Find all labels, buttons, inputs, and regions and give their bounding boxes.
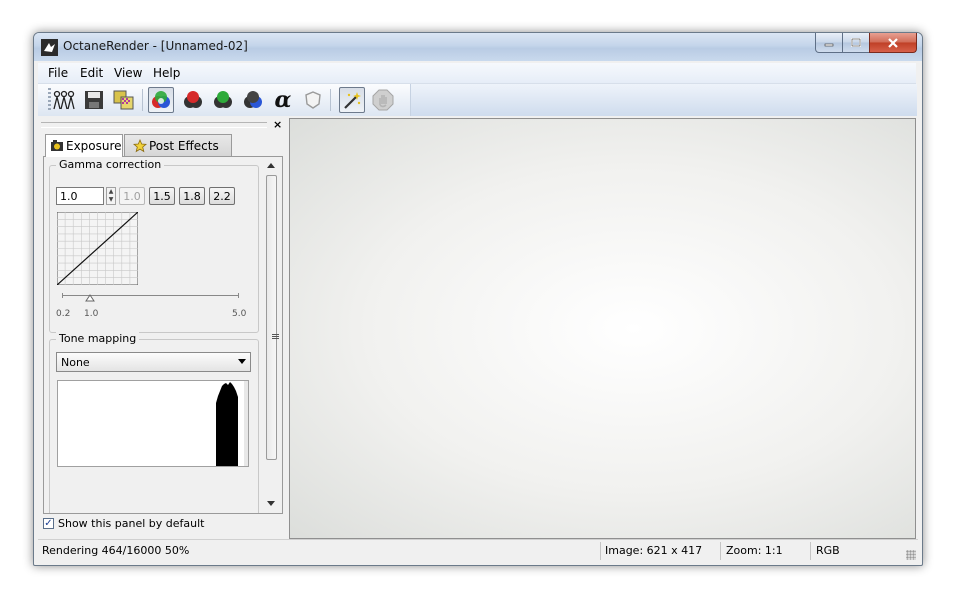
minimize-icon xyxy=(824,43,834,46)
gamma-slider-max-label: 5.0 xyxy=(232,309,247,319)
menu-edit[interactable]: Edit xyxy=(80,66,103,80)
gamma-preset-1-8-button[interactable]: 1.8 xyxy=(179,187,205,205)
gamma-slider-thumb[interactable] xyxy=(85,294,95,302)
close-icon xyxy=(888,37,898,48)
shield-button[interactable] xyxy=(300,87,326,113)
status-rendering: Rendering 464/16000 50% xyxy=(42,544,190,557)
green-channel-button[interactable] xyxy=(210,87,236,113)
alpha-channel-button[interactable]: α xyxy=(270,87,296,113)
show-panel-default-row[interactable]: ✓ Show this panel by default xyxy=(43,517,204,530)
toolbar-empty-area xyxy=(410,84,917,116)
blue-sphere-icon xyxy=(244,91,262,108)
chevron-down-icon xyxy=(238,359,246,364)
menu-view[interactable]: View xyxy=(114,66,142,80)
tab-post-effects[interactable]: Post Effects xyxy=(124,134,232,156)
close-button[interactable] xyxy=(869,33,917,53)
nodes-button[interactable] xyxy=(51,87,77,113)
exposure-panel: × Exposure Post Effects Gamma correction… xyxy=(39,118,287,537)
alpha-icon: α xyxy=(274,87,292,113)
magic-wand-button[interactable] xyxy=(339,87,365,113)
nodes-icon xyxy=(53,90,75,110)
green-sphere-icon xyxy=(214,91,232,108)
texture-icon xyxy=(113,90,134,110)
menu-bar: File Edit View Help xyxy=(38,63,916,84)
slider-tick xyxy=(62,293,63,298)
render-viewport[interactable] xyxy=(289,118,916,539)
status-zoom: Zoom: 1:1 xyxy=(726,544,783,557)
gamma-spinner[interactable]: ▲ ▼ xyxy=(106,187,116,205)
texture-button[interactable] xyxy=(111,87,137,113)
histogram xyxy=(57,380,249,467)
toolbar-separator xyxy=(330,89,331,111)
show-panel-default-checkbox[interactable]: ✓ xyxy=(43,518,54,529)
status-image-size: Image: 621 x 417 xyxy=(605,544,703,557)
app-window: OctaneRender - [Unnamed-02] File Edit Vi… xyxy=(33,32,923,566)
blue-channel-button[interactable] xyxy=(240,87,266,113)
panel-scrollbar[interactable] xyxy=(263,157,280,513)
tone-mapping-title: Tone mapping xyxy=(56,332,140,345)
show-panel-default-label: Show this panel by default xyxy=(58,517,205,530)
gamma-slider-min-label: 0.2 xyxy=(56,309,71,319)
red-sphere-icon xyxy=(184,91,202,108)
minimize-button[interactable] xyxy=(815,33,843,53)
resize-grip-icon[interactable] xyxy=(906,550,916,560)
menu-file[interactable]: File xyxy=(48,66,68,80)
status-bar: Rendering 464/16000 50% Image: 621 x 417… xyxy=(38,539,918,562)
exposure-tab-content: Gamma correction 1.0 ▲▼ 1.0 1.5 1.8 2.2 xyxy=(43,156,283,514)
gamma-preset-2-2-button[interactable]: 2.2 xyxy=(209,187,235,205)
scrollbar-thumb[interactable] xyxy=(266,175,279,460)
grip-icon xyxy=(272,334,279,340)
shield-icon xyxy=(305,91,321,109)
gamma-preset-1-0-button[interactable]: 1.0 xyxy=(119,187,145,205)
panel-header-grip[interactable] xyxy=(41,122,267,128)
toolbar: α xyxy=(38,84,917,116)
rgb-spheres-icon xyxy=(152,91,170,108)
gamma-preset-1-5-button[interactable]: 1.5 xyxy=(149,187,175,205)
status-divider xyxy=(600,542,601,560)
title-bar[interactable]: OctaneRender - [Unnamed-02] xyxy=(34,33,922,61)
star-icon xyxy=(133,138,147,152)
stop-button[interactable] xyxy=(370,87,396,113)
panel-close-button[interactable]: × xyxy=(273,118,282,131)
window-title: OctaneRender - [Unnamed-02] xyxy=(63,39,248,53)
gamma-value-field[interactable]: 1.0 xyxy=(56,187,104,205)
tone-mapping-select[interactable]: None xyxy=(56,352,251,372)
stop-icon xyxy=(372,89,394,111)
tone-mapping-selected: None xyxy=(61,356,90,369)
camera-icon xyxy=(51,140,63,151)
rgb-channel-button[interactable] xyxy=(148,87,174,113)
tab-post-effects-label: Post Effects xyxy=(149,138,219,153)
panel-tabs: Exposure Post Effects xyxy=(41,134,285,157)
status-divider xyxy=(720,542,721,560)
save-icon xyxy=(85,91,103,109)
red-channel-button[interactable] xyxy=(180,87,206,113)
scroll-up-icon[interactable] xyxy=(267,163,275,168)
tab-exposure-label: Exposure xyxy=(66,139,122,153)
menu-help[interactable]: Help xyxy=(153,66,180,80)
gamma-slider-value-label: 1.0 xyxy=(84,309,99,319)
status-color-mode: RGB xyxy=(816,544,840,557)
slider-tick xyxy=(238,293,239,298)
gamma-correction-group: Gamma correction 1.0 ▲▼ 1.0 1.5 1.8 2.2 xyxy=(49,158,259,333)
tab-exposure[interactable]: Exposure xyxy=(45,134,123,157)
tone-mapping-group: Tone mapping None xyxy=(49,332,259,513)
gamma-curve-graph xyxy=(57,212,138,285)
toolbar-separator xyxy=(142,89,143,111)
maximize-button[interactable] xyxy=(842,33,870,53)
save-button[interactable] xyxy=(81,87,107,113)
maximize-icon xyxy=(851,38,861,47)
gamma-correction-title: Gamma correction xyxy=(56,158,165,171)
magic-wand-icon xyxy=(344,92,361,109)
status-divider xyxy=(810,542,811,560)
octane-logo-icon xyxy=(41,39,58,56)
scroll-down-icon[interactable] xyxy=(267,501,275,506)
